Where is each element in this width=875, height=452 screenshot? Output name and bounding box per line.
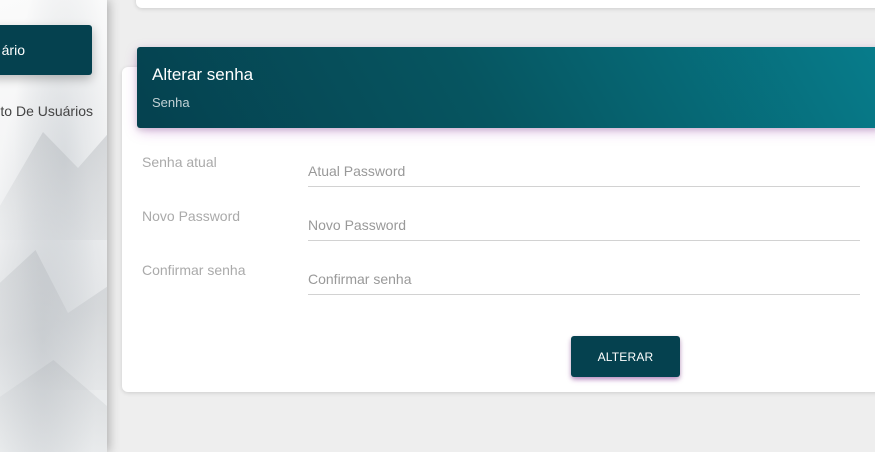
previous-card — [136, 0, 875, 8]
sidebar-item-label: ário — [1, 42, 25, 58]
sidebar-item-users[interactable]: nto De Usuários — [0, 100, 107, 122]
sidebar: ário nto De Usuários — [0, 0, 107, 452]
confirm-password-input[interactable] — [308, 263, 860, 295]
new-password-input[interactable] — [308, 209, 860, 241]
change-password-button[interactable]: ALTERAR — [571, 336, 680, 377]
current-password-label: Senha atual — [142, 154, 217, 170]
new-password-label: Novo Password — [142, 208, 241, 224]
card-title: Alterar senha — [152, 65, 254, 84]
sidebar-item-active[interactable]: ário — [0, 25, 92, 75]
card-subtitle: Senha — [152, 95, 190, 110]
card-header: Alterar senha Senha — [137, 47, 875, 128]
sidebar-item-label: nto De Usuários — [0, 103, 93, 119]
confirm-password-label: Confirmar senha — [142, 262, 246, 278]
current-password-input[interactable] — [308, 155, 860, 187]
sidebar-background-image — [0, 120, 107, 240]
